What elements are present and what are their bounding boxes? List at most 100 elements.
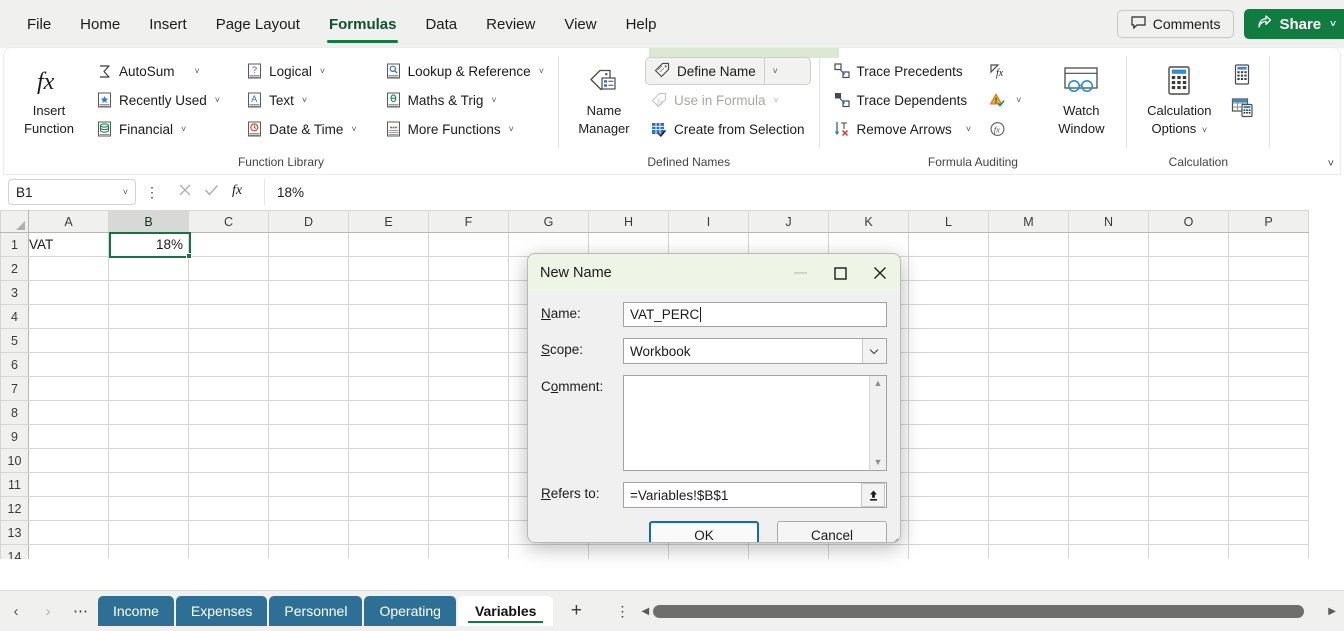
horizontal-scrollbar[interactable]: ◀ ▶ — [641, 605, 1336, 618]
maximize-icon[interactable] — [820, 254, 860, 292]
all-sheets-icon[interactable]: ⋯ — [64, 602, 98, 620]
cancel-icon[interactable] — [178, 183, 192, 202]
evaluate-formula-button[interactable]: fx — [983, 115, 1027, 143]
chevron-down-icon[interactable]: ˅ — [195, 66, 200, 76]
define-name-dropdown-arrow[interactable]: ˅ — [764, 58, 784, 84]
cell-c3[interactable] — [189, 281, 269, 305]
cell-e8[interactable] — [349, 401, 429, 425]
column-header-c[interactable]: C — [189, 211, 269, 233]
cell-n9[interactable] — [1069, 425, 1149, 449]
cell-d5[interactable] — [269, 329, 349, 353]
cell-o1[interactable] — [1149, 233, 1229, 257]
cell-p11[interactable] — [1229, 473, 1309, 497]
column-header-o[interactable]: O — [1149, 211, 1229, 233]
column-header-j[interactable]: J — [749, 211, 829, 233]
row-header-2[interactable]: 2 — [1, 257, 29, 281]
ribbon-tab-data[interactable]: Data — [412, 10, 470, 39]
remove-arrows-button[interactable]: Remove Arrows ˅ — [828, 115, 978, 143]
cell-m1[interactable] — [989, 233, 1069, 257]
close-icon[interactable] — [860, 254, 900, 292]
cell-p6[interactable] — [1229, 353, 1309, 377]
ribbon-tab-insert[interactable]: Insert — [136, 10, 200, 39]
cell-p10[interactable] — [1229, 449, 1309, 473]
cell-b3[interactable] — [109, 281, 189, 305]
cell-p9[interactable] — [1229, 425, 1309, 449]
cell-d3[interactable] — [269, 281, 349, 305]
scroll-right-icon[interactable]: ▶ — [1328, 606, 1336, 617]
fx-icon[interactable]: fx — [231, 181, 250, 203]
column-header-d[interactable]: D — [269, 211, 349, 233]
financial-button[interactable]: Financial ˅ — [90, 115, 226, 143]
chevron-down-icon[interactable]: ˅ — [181, 124, 186, 134]
create-from-selection-button[interactable]: Create from Selection — [645, 115, 811, 143]
cell-l6[interactable] — [909, 353, 989, 377]
chevron-down-icon[interactable]: ˅ — [539, 66, 544, 76]
autosum-button[interactable]: AutoSum ˅ — [90, 57, 226, 85]
cell-f9[interactable] — [429, 425, 509, 449]
cell-l12[interactable] — [909, 497, 989, 521]
scrollbar-thumb[interactable] — [653, 605, 1304, 618]
cell-c6[interactable] — [189, 353, 269, 377]
cell-e3[interactable] — [349, 281, 429, 305]
row-header-4[interactable]: 4 — [1, 305, 29, 329]
cell-d8[interactable] — [269, 401, 349, 425]
cell-f11[interactable] — [429, 473, 509, 497]
cell-n14[interactable] — [1069, 545, 1149, 560]
scrollbar-track[interactable] — [653, 605, 1324, 618]
define-name-button[interactable]: Define Name — [646, 58, 764, 84]
cell-a10[interactable] — [29, 449, 109, 473]
cell-e4[interactable] — [349, 305, 429, 329]
cell-c12[interactable] — [189, 497, 269, 521]
cell-m7[interactable] — [989, 377, 1069, 401]
cell-l8[interactable] — [909, 401, 989, 425]
cell-o5[interactable] — [1149, 329, 1229, 353]
scroll-down-icon[interactable]: ▼ — [874, 458, 883, 467]
cell-o6[interactable] — [1149, 353, 1229, 377]
cancel-button[interactable]: Cancel — [777, 521, 887, 543]
insert-function-button[interactable]: fx Insert Function — [12, 57, 86, 144]
define-name-split-button[interactable]: Define Name ˅ — [645, 57, 811, 85]
cell-c7[interactable] — [189, 377, 269, 401]
cell-l5[interactable] — [909, 329, 989, 353]
cell-m3[interactable] — [989, 281, 1069, 305]
cell-n5[interactable] — [1069, 329, 1149, 353]
cell-c14[interactable] — [189, 545, 269, 560]
ribbon-tab-view[interactable]: View — [551, 10, 609, 39]
cell-h14[interactable] — [589, 545, 669, 560]
cell-p1[interactable] — [1229, 233, 1309, 257]
next-sheet-icon[interactable]: › — [32, 603, 64, 620]
cell-n3[interactable] — [1069, 281, 1149, 305]
cell-m11[interactable] — [989, 473, 1069, 497]
cell-d9[interactable] — [269, 425, 349, 449]
cell-a6[interactable] — [29, 353, 109, 377]
cell-p8[interactable] — [1229, 401, 1309, 425]
cell-n13[interactable] — [1069, 521, 1149, 545]
prev-sheet-icon[interactable]: ‹ — [0, 603, 32, 620]
chevron-down-icon[interactable]: ˅ — [215, 95, 220, 105]
collapse-ribbon-button[interactable]: ˅ — [1328, 158, 1334, 170]
cell-o2[interactable] — [1149, 257, 1229, 281]
chevron-down-icon[interactable]: ˅ — [302, 95, 307, 105]
row-header-14[interactable]: 14 — [1, 545, 29, 560]
name-box-more-icon[interactable]: ⋮ — [140, 184, 164, 201]
scroll-left-icon[interactable]: ◀ — [641, 606, 649, 617]
row-header-5[interactable]: 5 — [1, 329, 29, 353]
cell-p5[interactable] — [1229, 329, 1309, 353]
cell-e1[interactable] — [349, 233, 429, 257]
cell-f14[interactable] — [429, 545, 509, 560]
cell-l11[interactable] — [909, 473, 989, 497]
cell-i14[interactable] — [669, 545, 749, 560]
cell-e14[interactable] — [349, 545, 429, 560]
cell-b11[interactable] — [109, 473, 189, 497]
cell-m10[interactable] — [989, 449, 1069, 473]
cell-f12[interactable] — [429, 497, 509, 521]
cell-l9[interactable] — [909, 425, 989, 449]
cell-e2[interactable] — [349, 257, 429, 281]
row-header-10[interactable]: 10 — [1, 449, 29, 473]
chevron-down-icon[interactable]: ˅ — [1202, 125, 1207, 135]
text-button[interactable]: A Text ˅ — [240, 86, 363, 114]
formula-input[interactable]: 18% — [264, 179, 1338, 205]
cell-a13[interactable] — [29, 521, 109, 545]
row-header-6[interactable]: 6 — [1, 353, 29, 377]
cell-e6[interactable] — [349, 353, 429, 377]
